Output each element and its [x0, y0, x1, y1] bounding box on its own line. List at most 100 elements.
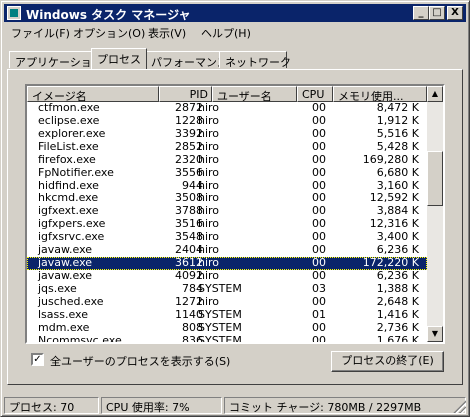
cell-name: igfxpers.exe	[38, 217, 106, 231]
cell-cpu: 00	[312, 165, 326, 179]
status-process-count: プロセス: 70	[4, 397, 99, 414]
cell-name: mdm.exe	[38, 320, 90, 334]
scroll-down-arrow-icon[interactable]: ▼	[427, 326, 443, 342]
table-row[interactable]: Ncommsvc.exe 836 SYSTEM 00 1,676 K	[27, 333, 427, 344]
cell-mem: 1,676 K	[376, 333, 419, 344]
cell-mem: 3,884 K	[376, 204, 419, 218]
menu-help[interactable]: ヘルプ(H)	[201, 25, 251, 41]
cell-mem: 5,516 K	[376, 126, 419, 140]
cell-cpu: 00	[312, 268, 326, 282]
task-manager-window: Windows タスク マネージャ _ □ X ファイル(F) オプション(O)…	[0, 0, 470, 417]
cell-user: hiro	[198, 204, 220, 218]
cell-cpu: 00	[312, 152, 326, 166]
cell-cpu: 00	[312, 178, 326, 192]
cell-mem: 12,316 K	[369, 217, 419, 231]
header-cpu[interactable]: CPU	[297, 86, 333, 102]
title-bar[interactable]: Windows タスク マネージャ _ □ X	[4, 4, 466, 22]
cell-mem: 6,236 K	[376, 243, 419, 257]
menu-view[interactable]: 表示(V)	[148, 25, 186, 41]
cell-cpu: 03	[312, 281, 326, 295]
cell-user: hiro	[198, 152, 220, 166]
close-button[interactable]: X	[447, 6, 463, 20]
cell-name: firefox.exe	[38, 152, 96, 166]
status-bar: プロセス: 70 CPU 使用率: 7% コミット チャージ: 780MB / …	[4, 397, 466, 414]
cell-cpu: 00	[312, 294, 326, 308]
cell-cpu: 00	[312, 113, 326, 127]
cell-user: hiro	[198, 113, 220, 127]
show-all-users-checkbox[interactable]: ✓	[31, 353, 44, 366]
cell-mem: 3,160 K	[376, 178, 419, 192]
cell-user: hiro	[198, 191, 220, 205]
cell-user: hiro	[198, 268, 220, 282]
cell-user: SYSTEM	[198, 333, 242, 344]
show-all-users-label: 全ユーザーのプロセスを表示する(S)	[50, 355, 231, 368]
vertical-scrollbar[interactable]: ▲ ▼	[427, 86, 443, 342]
tab-performance[interactable]: パフォーマンス	[145, 51, 228, 69]
menu-file[interactable]: ファイル(F)	[11, 25, 70, 41]
cell-user: hiro	[198, 230, 220, 244]
tab-applications[interactable]: アプリケーション	[9, 51, 103, 69]
cell-user: hiro	[198, 178, 220, 192]
status-commit-charge: コミット チャージ: 780MB / 2297MB	[224, 397, 466, 414]
cell-mem: 8,472 K	[376, 101, 419, 114]
cell-name: javaw.exe	[38, 243, 93, 257]
cell-name: javaw.exe	[38, 256, 93, 270]
tab-processes[interactable]: プロセス	[91, 48, 147, 69]
cell-mem: 169,280 K	[362, 152, 419, 166]
cell-user: SYSTEM	[198, 320, 242, 334]
cell-cpu: 00	[312, 191, 326, 205]
cell-user: hiro	[198, 126, 220, 140]
menu-options[interactable]: オプション(O)	[73, 25, 145, 41]
cell-name: FpNotifier.exe	[38, 165, 114, 179]
cell-user: hiro	[198, 294, 220, 308]
maximize-button[interactable]: □	[429, 6, 445, 20]
cell-user: SYSTEM	[198, 307, 242, 321]
cell-name: eclipse.exe	[38, 113, 100, 127]
end-process-button[interactable]: プロセスの終了(E)	[331, 351, 444, 372]
cell-mem: 172,220 K	[362, 256, 419, 270]
scroll-thumb[interactable]	[427, 151, 443, 206]
cell-name: explorer.exe	[38, 126, 106, 140]
cell-cpu: 00	[312, 217, 326, 231]
header-user-name[interactable]: ユーザー名	[212, 86, 297, 102]
scroll-up-arrow-icon[interactable]: ▲	[427, 86, 443, 102]
cell-cpu: 00	[312, 101, 326, 114]
cell-name: igfxsrvc.exe	[38, 230, 105, 244]
header-pid[interactable]: PID	[159, 86, 212, 102]
cell-mem: 6,680 K	[376, 165, 419, 179]
cell-name: javaw.exe	[38, 268, 93, 282]
cell-cpu: 00	[312, 126, 326, 140]
cell-cpu: 00	[312, 256, 326, 270]
cell-cpu: 00	[312, 204, 326, 218]
cell-user: hiro	[198, 256, 220, 270]
cell-user: SYSTEM	[198, 281, 242, 295]
process-list[interactable]: イメージ名 PID ユーザー名 CPU メモリ使用... ctfmon.exe 2…	[25, 84, 445, 344]
cell-name: FileList.exe	[38, 139, 99, 153]
tab-network[interactable]: ネットワーク	[219, 51, 291, 69]
cell-user: hiro	[198, 243, 220, 257]
header-image-name[interactable]: イメージ名	[27, 86, 159, 102]
column-headers: イメージ名 PID ユーザー名 CPU メモリ使用...	[27, 86, 427, 102]
cell-cpu: 01	[312, 307, 326, 321]
cell-mem: 2,736 K	[376, 320, 419, 334]
task-manager-icon	[7, 6, 21, 20]
cell-cpu: 00	[312, 230, 326, 244]
cell-name: hidfind.exe	[38, 178, 99, 192]
cell-cpu: 00	[312, 243, 326, 257]
cell-mem: 6,236 K	[376, 268, 419, 282]
cell-name: jusched.exe	[38, 294, 104, 308]
cell-name: lsass.exe	[38, 307, 88, 321]
cell-name: Ncommsvc.exe	[38, 333, 122, 344]
cell-mem: 12,592 K	[369, 191, 419, 205]
resize-grip-icon[interactable]	[452, 399, 466, 413]
minimize-button[interactable]: _	[413, 6, 429, 20]
cell-cpu: 00	[312, 139, 326, 153]
cell-user: hiro	[198, 139, 220, 153]
cell-cpu: 00	[312, 333, 326, 344]
cell-name: ctfmon.exe	[38, 101, 100, 114]
cell-user: hiro	[198, 165, 220, 179]
cell-mem: 1,912 K	[376, 113, 419, 127]
cell-user: hiro	[198, 101, 220, 114]
cell-mem: 1,388 K	[376, 281, 419, 295]
header-memory[interactable]: メモリ使用...	[333, 86, 427, 102]
